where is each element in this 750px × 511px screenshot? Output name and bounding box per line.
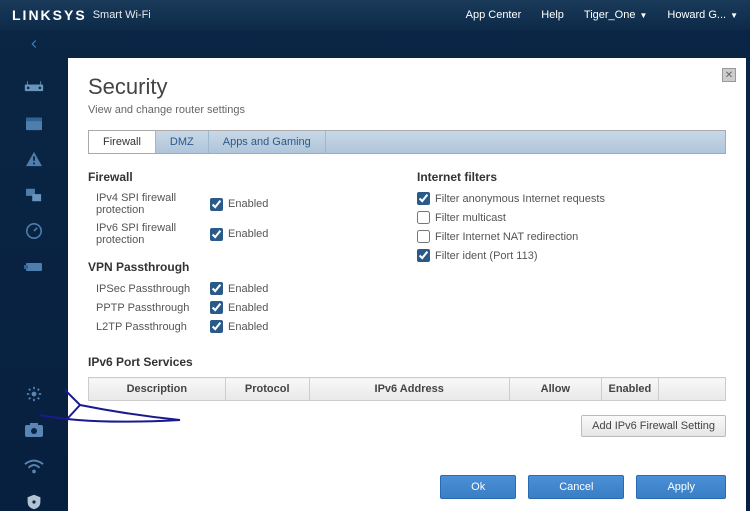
l2tp-label: L2TP Passthrough <box>88 321 210 333</box>
ipv4-spi-label: IPv4 SPI firewall protection <box>88 192 210 216</box>
sidebar-security-icon[interactable] <box>23 493 45 511</box>
pptp-checkbox[interactable] <box>210 301 223 314</box>
col-enabled: Enabled <box>602 378 659 401</box>
l2tp-checkbox[interactable] <box>210 320 223 333</box>
ipv4-spi-enabled-label: Enabled <box>228 198 268 210</box>
col-actions <box>658 378 725 401</box>
filter-anon-checkbox[interactable] <box>417 192 430 205</box>
ipv6-spi-checkbox[interactable] <box>210 228 223 241</box>
filter-anon-label: Filter anonymous Internet requests <box>435 193 605 205</box>
sidebar <box>0 58 68 511</box>
logo-text: LINKSYS <box>12 7 87 23</box>
ipv4-spi-checkbox[interactable] <box>210 198 223 211</box>
col-description: Description <box>89 378 226 401</box>
ipv6-spi-enabled-label: Enabled <box>228 228 268 240</box>
filter-multicast-checkbox[interactable] <box>417 211 430 224</box>
col-address: IPv6 Address <box>309 378 509 401</box>
firewall-heading: Firewall <box>88 170 397 184</box>
sidebar-usb-icon[interactable] <box>23 258 45 276</box>
page-subtitle: View and change router settings <box>88 104 726 116</box>
appcenter-link[interactable]: App Center <box>466 9 522 21</box>
ok-button[interactable]: Ok <box>440 475 516 499</box>
sidebar-wifi-icon[interactable] <box>23 457 45 475</box>
ipv6-spi-label: IPv6 SPI firewall protection <box>88 222 210 246</box>
page-title: Security <box>88 74 726 100</box>
ipv6-heading: IPv6 Port Services <box>88 355 726 369</box>
network-dropdown[interactable]: Tiger_One▼ <box>584 9 647 21</box>
chevron-left-icon <box>27 37 41 51</box>
tab-dmz[interactable]: DMZ <box>156 131 209 153</box>
apply-button[interactable]: Apply <box>636 475 726 499</box>
ipsec-label: IPSec Passthrough <box>88 283 210 295</box>
chevron-down-icon: ▼ <box>639 11 647 20</box>
filter-ident-label: Filter ident (Port 113) <box>435 250 538 262</box>
filter-nat-checkbox[interactable] <box>417 230 430 243</box>
col-allow: Allow <box>509 378 602 401</box>
pptp-label: PPTP Passthrough <box>88 302 210 314</box>
ipv6-services-table: Description Protocol IPv6 Address Allow … <box>88 377 726 401</box>
vpn-heading: VPN Passthrough <box>88 260 397 274</box>
tab-bar: Firewall DMZ Apps and Gaming <box>88 130 726 154</box>
sidebar-devices-icon[interactable] <box>23 78 45 96</box>
filter-nat-label: Filter Internet NAT redirection <box>435 231 578 243</box>
tab-firewall[interactable]: Firewall <box>89 130 156 153</box>
help-link[interactable]: Help <box>541 9 564 21</box>
filter-multicast-label: Filter multicast <box>435 212 506 224</box>
top-bar: LINKSYS Smart Wi-Fi App Center Help Tige… <box>0 0 750 30</box>
chevron-down-icon: ▼ <box>730 11 738 20</box>
user-dropdown[interactable]: Howard G...▼ <box>667 9 738 21</box>
back-button[interactable] <box>0 30 68 58</box>
sidebar-settings-icon[interactable] <box>23 385 45 403</box>
sidebar-calendar-icon[interactable] <box>23 114 45 132</box>
tab-apps[interactable]: Apps and Gaming <box>209 131 326 153</box>
logo-product: Smart Wi-Fi <box>93 9 151 21</box>
col-protocol: Protocol <box>225 378 309 401</box>
sidebar-speed-icon[interactable] <box>23 222 45 240</box>
ipsec-checkbox[interactable] <box>210 282 223 295</box>
sidebar-alert-icon[interactable] <box>23 150 45 168</box>
sidebar-media-icon[interactable] <box>23 186 45 204</box>
cancel-button[interactable]: Cancel <box>528 475 624 499</box>
sidebar-camera-icon[interactable] <box>23 421 45 439</box>
filters-heading: Internet filters <box>417 170 726 184</box>
main-panel: ✕ Security View and change router settin… <box>68 58 746 511</box>
close-button[interactable]: ✕ <box>722 68 736 82</box>
add-ipv6-button[interactable]: Add IPv6 Firewall Setting <box>581 415 726 437</box>
filter-ident-checkbox[interactable] <box>417 249 430 262</box>
